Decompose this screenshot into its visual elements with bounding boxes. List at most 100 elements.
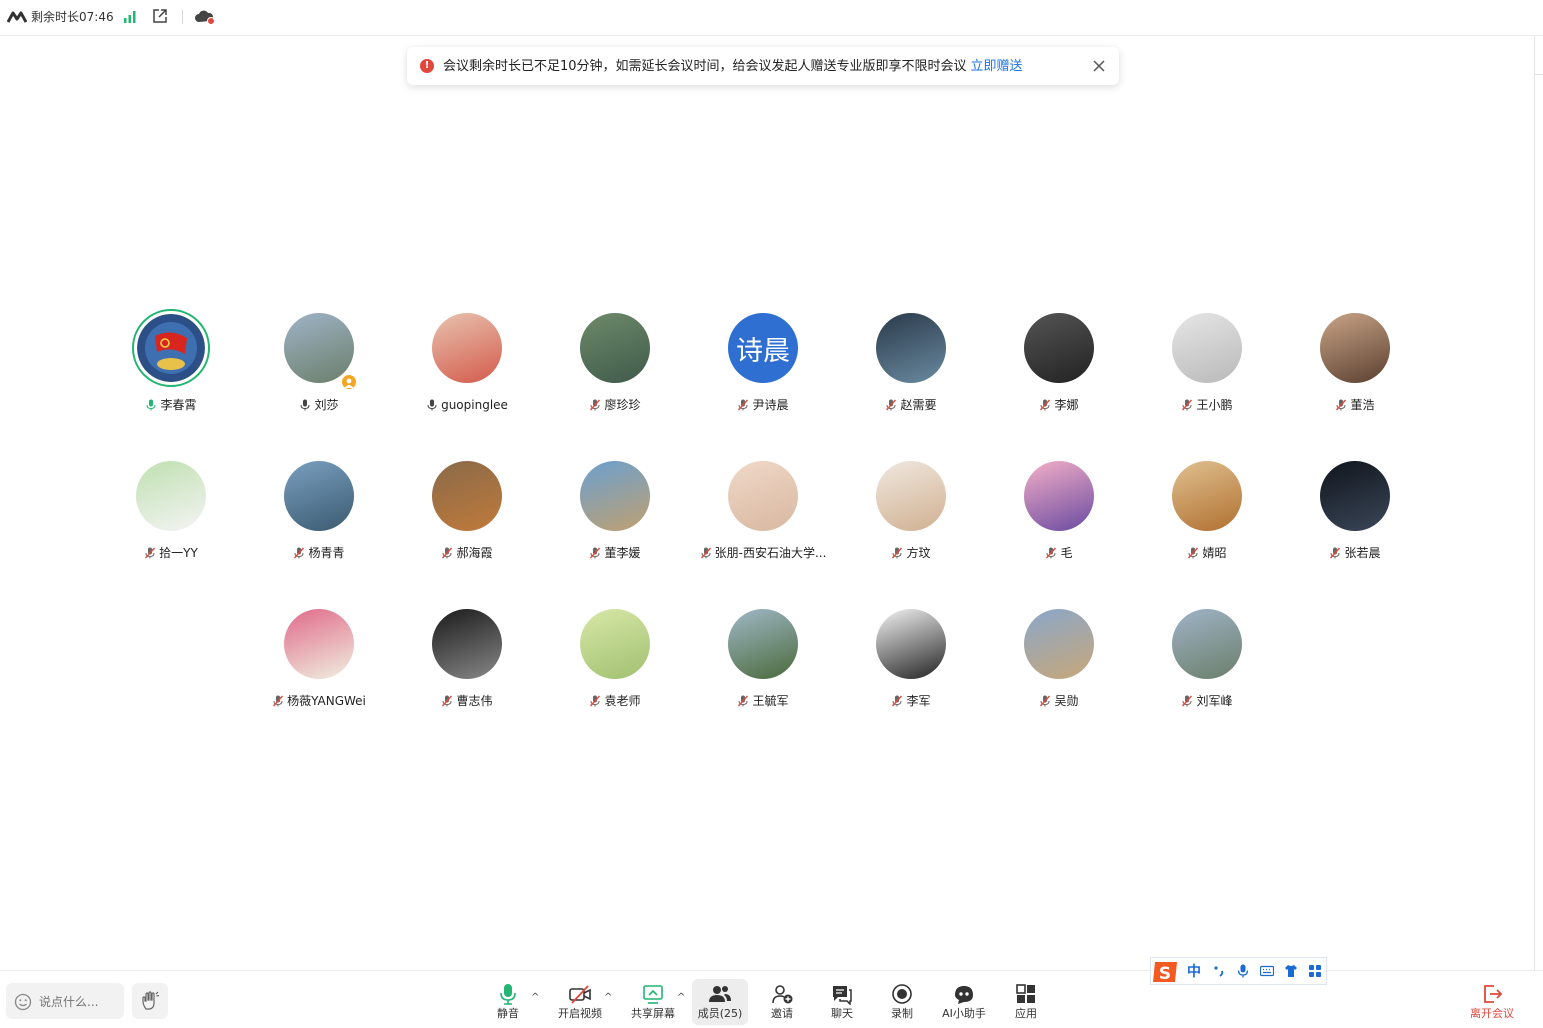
participant-tile[interactable]: 袁老师 (541, 601, 689, 721)
ime-logo-icon[interactable]: S (1151, 958, 1181, 986)
share-screen-button[interactable]: 共享屏幕 (625, 979, 681, 1025)
participant-name: 毛 (1060, 546, 1073, 560)
avatar-photo (284, 313, 354, 383)
participant-name-row: 吴勋 (985, 692, 1133, 710)
participant-tile[interactable]: 赵需要 (837, 305, 985, 425)
participant-tile[interactable]: 诗晨尹诗晨 (689, 305, 837, 425)
mic-muted-icon (1336, 399, 1347, 411)
mic-muted-icon (273, 695, 284, 707)
mic-muted-icon (1330, 547, 1341, 559)
invite-button[interactable]: 邀请 (754, 979, 810, 1025)
participant-tile[interactable]: 王毓军 (689, 601, 837, 721)
participant-name: 婧昭 (1202, 546, 1227, 560)
mic-icon (146, 399, 156, 411)
avatar (132, 309, 210, 387)
participant-tile[interactable]: 杨青青 (245, 453, 393, 573)
participant-tile[interactable]: 李军 (837, 601, 985, 721)
quick-chat[interactable] (6, 983, 124, 1019)
participant-name-row: 李春霄 (97, 396, 245, 414)
chat-input[interactable] (37, 992, 121, 1012)
mute-options-caret[interactable]: ^ (531, 993, 541, 1003)
participant-tile[interactable]: 郝海霞 (393, 453, 541, 573)
add-user-icon (772, 985, 793, 1004)
participant-tile[interactable]: 婧昭 (1133, 453, 1281, 573)
participant-name: 张朋-西安石油大学... (714, 546, 827, 560)
ime-lang[interactable]: 中 (1187, 964, 1201, 980)
participant-tile[interactable]: 杨薇YANGWei (245, 601, 393, 721)
mic-muted-icon (442, 695, 453, 707)
avatar-photo (580, 313, 650, 383)
participant-tile[interactable]: 王小鹏 (1133, 305, 1281, 425)
participant-tile[interactable]: 拾一YY (97, 453, 245, 573)
participant-name-row: 董李媛 (541, 544, 689, 562)
avatar: 诗晨 (728, 313, 798, 383)
mic-muted-icon (1040, 695, 1051, 707)
chat-button[interactable]: 聊天 (814, 979, 870, 1025)
mic-muted-icon (1188, 547, 1199, 559)
avatar-photo (432, 313, 502, 383)
participant-tile[interactable]: guopinglee (393, 305, 541, 425)
avatar-photo (1024, 609, 1094, 679)
participant-name-row: 董浩 (1281, 396, 1429, 414)
ime-toolbar[interactable]: S 中 (1150, 957, 1327, 985)
participant-name: 尹诗晨 (752, 398, 789, 412)
avatar-photo (876, 313, 946, 383)
participant-name-row: guopinglee (393, 396, 541, 414)
apps-label: 应用 (1015, 1007, 1037, 1020)
participant-name-row: 毛 (985, 544, 1133, 562)
participant-name: 张若晨 (1344, 546, 1381, 560)
participant-tile[interactable]: 吴勋 (985, 601, 1133, 721)
participant-name-row: 李军 (837, 692, 985, 710)
participant-tile[interactable]: 毛 (985, 453, 1133, 573)
avatar-photo (1320, 313, 1390, 383)
participant-tile[interactable]: 方玟 (837, 453, 985, 573)
keyboard-icon[interactable] (1260, 964, 1274, 978)
start-video-button[interactable]: 开启视频 (552, 979, 608, 1025)
participant-tile[interactable]: 董李媛 (541, 453, 689, 573)
voice-input-icon[interactable] (1236, 964, 1250, 978)
punctuation-icon[interactable] (1212, 964, 1226, 978)
avatar-photo (136, 461, 206, 531)
emoji-icon[interactable] (14, 993, 32, 1011)
members-button[interactable]: 成员(25) (692, 979, 748, 1025)
participant-name: 吴勋 (1054, 694, 1079, 708)
participant-name-row: 王小鹏 (1133, 396, 1281, 414)
participant-tile[interactable]: 董浩 (1281, 305, 1429, 425)
participant-tile[interactable]: 曹志伟 (393, 601, 541, 721)
leave-meeting-button[interactable]: 离开会议 (1462, 979, 1522, 1025)
participant-tile[interactable]: 李春霄 (97, 305, 245, 425)
participant-name-row: 廖珍珍 (541, 396, 689, 414)
participant-tile[interactable]: 刘军峰 (1133, 601, 1281, 721)
participant-name: 郝海霞 (456, 546, 493, 560)
exit-icon (1484, 985, 1503, 1003)
record-button[interactable]: 录制 (874, 979, 930, 1025)
raise-hand-button[interactable] (132, 983, 168, 1019)
skin-icon[interactable] (1284, 964, 1298, 978)
mute-button[interactable]: 静音 (480, 979, 536, 1025)
avatar-photo (876, 461, 946, 531)
ai-assistant-label: AI小助手 (942, 1007, 986, 1020)
participant-tile[interactable]: 廖珍珍 (541, 305, 689, 425)
participant-name: 杨薇YANGWei (287, 694, 366, 708)
participant-name-row: 尹诗晨 (689, 396, 837, 414)
mic-muted-icon (442, 547, 453, 559)
participant-tile[interactable]: 张朋-西安石油大学... (689, 453, 837, 573)
apps-button[interactable]: 应用 (998, 979, 1054, 1025)
record-icon (892, 984, 912, 1004)
share-label: 共享屏幕 (631, 1007, 675, 1020)
chat-label: 聊天 (831, 1007, 853, 1020)
video-options-caret[interactable]: ^ (604, 993, 614, 1003)
mic-muted-icon (590, 547, 601, 559)
participant-tile[interactable]: 刘莎 (245, 305, 393, 425)
svg-text:S: S (1159, 964, 1171, 984)
participant-name: 董浩 (1350, 398, 1375, 412)
ai-assistant-button[interactable]: AI小助手 (934, 979, 994, 1025)
avatar-photo (1172, 461, 1242, 531)
participant-name: 拾一YY (159, 546, 198, 560)
participant-tile[interactable]: 张若晨 (1281, 453, 1429, 573)
participant-name: 王毓军 (752, 694, 789, 708)
ime-menu-icon[interactable] (1308, 964, 1322, 978)
share-options-caret[interactable]: ^ (677, 993, 687, 1003)
video-off-icon (569, 985, 591, 1004)
participant-tile[interactable]: 李娜 (985, 305, 1133, 425)
